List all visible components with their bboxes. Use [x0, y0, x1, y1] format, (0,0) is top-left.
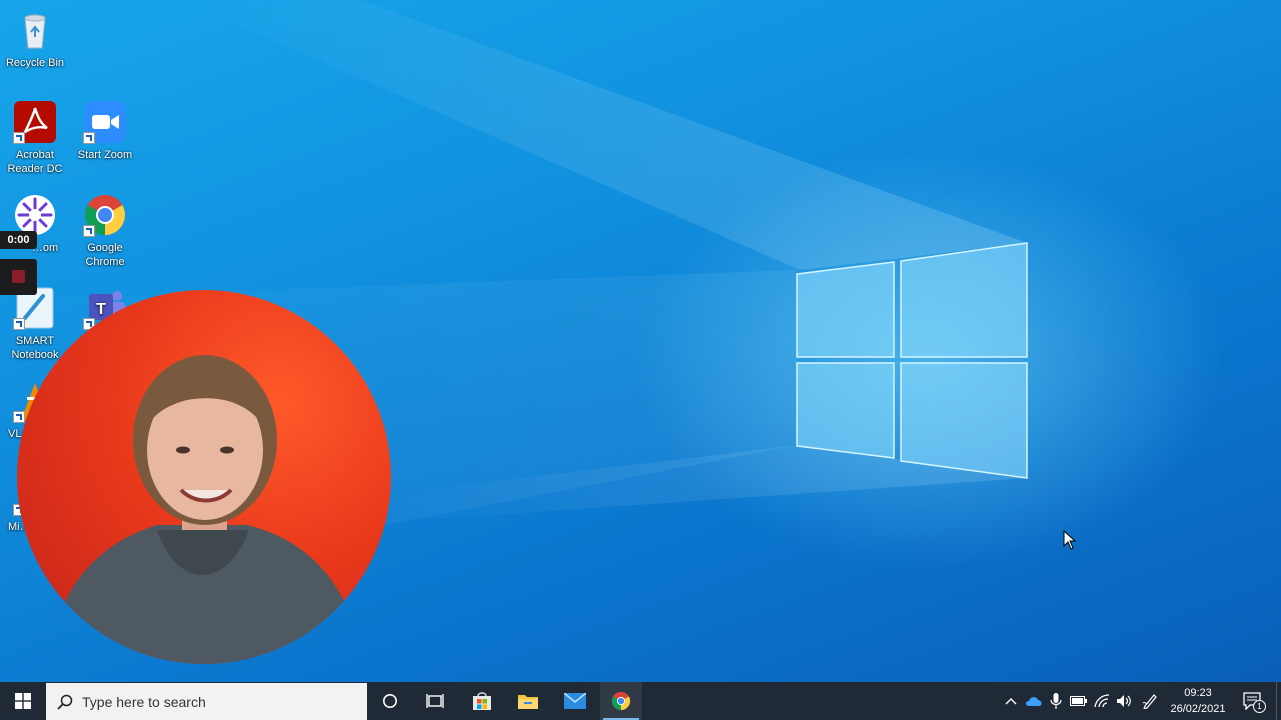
volume-button[interactable] [1115, 692, 1133, 710]
desktop-icon-acrobat-reader[interactable]: Acrobat Reader DC [0, 100, 70, 176]
clock-date: 26/02/2021 [1170, 703, 1226, 715]
start-button[interactable] [0, 682, 46, 720]
notification-count-badge: 1 [1253, 700, 1266, 713]
taskbar-search-box[interactable]: Type here to search [46, 683, 367, 720]
pen-icon [1142, 694, 1157, 709]
search-icon [57, 694, 73, 710]
webcam-person-image [47, 355, 367, 664]
desktop-icon-label: Start Zoom [77, 149, 133, 161]
clock-time: 09:23 [1184, 687, 1212, 699]
acrobat-reader-icon [13, 100, 57, 144]
mail-button[interactable] [552, 682, 598, 720]
chrome-icon [83, 193, 127, 237]
search-placeholder: Type here to search [82, 693, 206, 710]
battery-icon [1070, 696, 1087, 706]
show-hidden-icons-button[interactable] [1002, 692, 1020, 710]
show-desktop-button[interactable] [1276, 682, 1281, 720]
action-center-button[interactable]: 1 [1242, 691, 1266, 713]
cortana-button[interactable] [368, 682, 412, 720]
mouse-cursor [1063, 530, 1077, 550]
desktop-icon-smart-notebook[interactable]: SMART Notebook [0, 286, 70, 362]
desktop-icon-google-chrome[interactable]: Google Chrome [70, 193, 140, 269]
recycle-bin-icon [13, 8, 57, 52]
desktop-background: Recycle Bin Acrobat Reader DC Start Zoom [0, 0, 1281, 682]
desktop-icon-start-zoom[interactable]: Start Zoom [70, 100, 140, 162]
taskbar: Type here to search 09:23 26/02/2021 1 [0, 682, 1281, 720]
wifi-icon [1094, 694, 1110, 708]
chevron-up-icon [1005, 698, 1017, 705]
task-view-icon [426, 694, 444, 708]
zoom-icon [83, 100, 127, 144]
file-explorer-icon [518, 695, 538, 709]
taskbar-chrome-button[interactable] [600, 682, 642, 720]
webcam-overlay[interactable] [17, 290, 391, 664]
chrome-icon [611, 691, 631, 711]
cortana-icon [383, 694, 397, 708]
file-explorer-button[interactable] [506, 682, 550, 720]
desktop-icon-label: Recycle Bin [5, 57, 65, 69]
taskbar-clock[interactable]: 09:23 26/02/2021 [1166, 685, 1230, 717]
volume-icon [1117, 695, 1131, 707]
onedrive-icon [1026, 697, 1042, 706]
wifi-button[interactable] [1093, 692, 1111, 710]
recording-timer: 0:00 [0, 231, 37, 249]
microphone-icon [1050, 693, 1062, 709]
desktop-icon-label: Acrobat Reader DC [7, 149, 63, 175]
microsoft-store-button[interactable] [460, 682, 504, 720]
stop-recording-icon [12, 270, 25, 283]
desktop-icon-label: Google Chrome [85, 242, 125, 268]
desktop-icon-recycle-bin[interactable]: Recycle Bin [0, 8, 70, 70]
task-view-button[interactable] [412, 682, 458, 720]
svg-text:T: T [96, 301, 106, 318]
onedrive-button[interactable] [1025, 692, 1043, 710]
stop-recording-button[interactable] [0, 259, 37, 295]
store-icon [473, 692, 491, 710]
pen-workspace-button[interactable] [1141, 692, 1159, 710]
mail-icon [564, 693, 586, 709]
microphone-button[interactable] [1047, 692, 1065, 710]
start-icon [15, 693, 31, 709]
battery-button[interactable] [1070, 692, 1088, 710]
